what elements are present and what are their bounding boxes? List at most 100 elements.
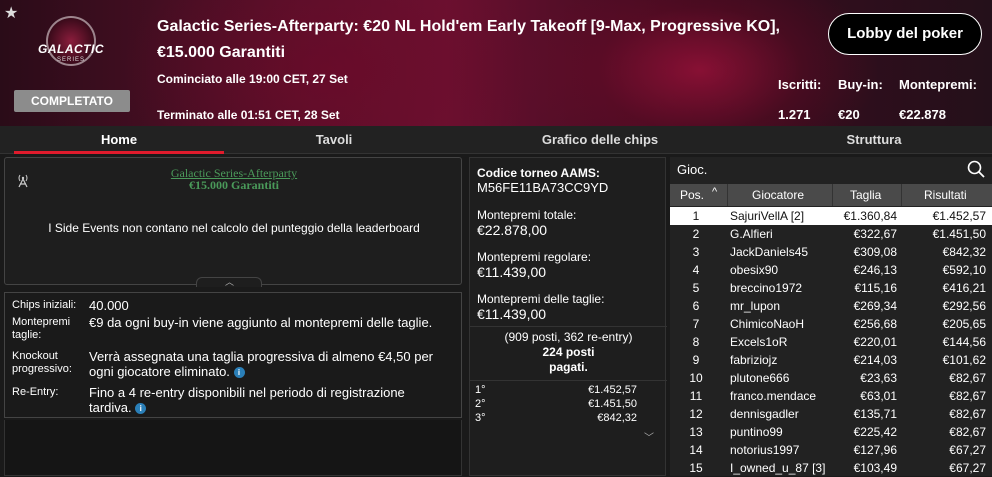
player-name: JackDaniels45	[730, 245, 809, 259]
tab-structure[interactable]: Struttura	[774, 126, 974, 154]
table-row[interactable]: 1 SajuriVellA [2] €1.360,84 €1.452,57	[670, 207, 992, 225]
player-bounty: €256,68	[853, 317, 897, 331]
aams-code-label: Codice torneo AAMS:	[477, 166, 600, 180]
table-row[interactable]: 3 JackDaniels45 €309,08 €842,32	[670, 243, 992, 261]
player-result: €82,67	[949, 371, 986, 385]
table-row[interactable]: 15 I_owned_u_87 [3] €103,49 €67,27	[670, 459, 992, 477]
aams-code-value: M56FE11BA73CC9YD	[477, 180, 609, 195]
table-row[interactable]: 13 puntino99 €225,42 €82,67	[670, 423, 992, 441]
player-name: franco.mendace	[730, 389, 817, 403]
favorite-star-icon[interactable]: ★	[4, 3, 18, 23]
player-result: €82,67	[949, 425, 986, 439]
column-header-pos[interactable]: Pos.	[680, 188, 704, 202]
total-prizepool-label: Montepremi totale:	[477, 208, 577, 222]
player-result: €1.451,50	[932, 227, 986, 241]
players-table-header: Pos. ^ Giocatore Taglia Risultati	[670, 184, 992, 206]
player-bounty: €322,67	[853, 227, 897, 241]
player-result: €144,56	[942, 335, 986, 349]
table-row[interactable]: 11 franco.mendace €63,01 €82,67	[670, 387, 992, 405]
player-position: 5	[692, 281, 700, 295]
table-row[interactable]: 2 G.Alfieri €322,67 €1.451,50	[670, 225, 992, 243]
table-row[interactable]: 14 notorius1997 €127,96 €67,27	[670, 441, 992, 459]
player-name: G.Alfieri	[730, 227, 773, 241]
player-bounty: €214,03	[853, 353, 897, 367]
player-bounty: €309,08	[853, 245, 897, 259]
info-icon[interactable]: i	[135, 403, 147, 415]
registered-value: 1.271	[778, 107, 811, 122]
player-bounty: €1.360,84	[843, 209, 897, 223]
table-row[interactable]: 10 plutone666 €23,63 €82,67	[670, 369, 992, 387]
player-position: 12	[689, 407, 703, 421]
players-header: Gioc.	[670, 157, 992, 182]
paid-places-text: (909 posti, 362 re-entry) 224 posti paga…	[504, 330, 633, 374]
player-bounty: €225,42	[853, 425, 897, 439]
player-result: €67,27	[949, 443, 986, 457]
column-header-player[interactable]: Giocatore	[752, 188, 804, 202]
buyin-value: €20	[838, 107, 860, 122]
player-bounty: €127,96	[853, 443, 897, 457]
player-result: €205,65	[942, 317, 986, 331]
end-time: Terminato alle 01:51 CET, 28 Set	[157, 108, 340, 122]
tab-home[interactable]: Home	[14, 126, 224, 154]
prize-summary-panel: Codice torneo AAMS: M56FE11BA73CC9YD Mon…	[469, 157, 667, 476]
player-name: fabriziojz	[730, 353, 778, 367]
player-position: 14	[689, 443, 703, 457]
player-result: €82,67	[949, 389, 986, 403]
player-bounty: €23,63	[860, 371, 897, 385]
empty-panel-area	[4, 420, 462, 476]
prizepool-label: Montepremi:	[899, 77, 977, 92]
column-header-bounty[interactable]: Taglia	[850, 188, 881, 202]
player-name: notorius1997	[730, 443, 800, 457]
table-row[interactable]: 6 mr_lupon €269,34 €292,56	[670, 297, 992, 315]
bounty-prizepool-label: Montepremi delle taglie:	[477, 292, 605, 306]
table-row[interactable]: 5 breccino1972 €115,16 €416,21	[670, 279, 992, 297]
table-row[interactable]: 4 obesix90 €246,13 €592,10	[670, 261, 992, 279]
sort-ascending-icon[interactable]: ^	[712, 186, 717, 198]
player-result: €292,56	[942, 299, 986, 313]
tab-bar: Home Tavoli Grafico delle chips Struttur…	[0, 126, 992, 154]
player-result: €82,67	[949, 407, 986, 421]
tab-chip-graph[interactable]: Grafico delle chips	[500, 126, 700, 154]
total-prizepool-value: €22.878,00	[477, 222, 548, 238]
search-icon[interactable]	[966, 159, 986, 179]
player-bounty: €220,01	[853, 335, 897, 349]
players-label: Gioc.	[677, 162, 708, 177]
player-position: 7	[692, 317, 700, 331]
player-result: €67,27	[949, 461, 986, 475]
players-panel: Gioc. Pos. ^ Giocatore Taglia Risultati …	[670, 157, 992, 476]
player-result: €842,32	[942, 245, 986, 259]
prize-row: 1° €1.452,57	[475, 384, 637, 396]
galactic-series-logo: GALACTIC SERIES	[30, 14, 112, 76]
player-position: 3	[692, 245, 700, 259]
player-position: 15	[689, 461, 703, 475]
table-row[interactable]: 12 dennisgadler €135,71 €82,67	[670, 405, 992, 423]
player-result: €416,21	[942, 281, 986, 295]
regular-prizepool-value: €11.439,00	[477, 264, 547, 280]
start-time: Cominciato alle 19:00 CET, 27 Set	[157, 72, 348, 86]
chevron-down-icon[interactable]: ﹀	[644, 429, 654, 444]
player-name: SajuriVellA [2]	[730, 209, 805, 223]
info-icon[interactable]: i	[233, 367, 245, 379]
player-bounty: €246,13	[853, 263, 897, 277]
event-description-panel: Galactic Series-Afterparty €15.000 Garan…	[4, 157, 462, 285]
player-bounty: €135,71	[853, 407, 897, 421]
regular-prizepool-label: Montepremi regolare:	[477, 250, 592, 264]
side-event-note: I Side Events non contano nel calcolo de…	[48, 221, 420, 235]
player-bounty: €63,01	[860, 389, 897, 403]
column-header-result[interactable]: Risultati	[924, 188, 967, 202]
table-row[interactable]: 8 Excels1oR €220,01 €144,56	[670, 333, 992, 351]
player-name: dennisgadler	[730, 407, 799, 421]
table-row[interactable]: 9 fabriziojz €214,03 €101,62	[670, 351, 992, 369]
player-bounty: €103,49	[853, 461, 897, 475]
player-position: 6	[692, 299, 700, 313]
bounty-prizepool-value: €11.439,00	[477, 306, 547, 322]
table-row[interactable]: 7 ChimicoNaoH €256,68 €205,65	[670, 315, 992, 333]
collapse-toggle[interactable]: ︿	[196, 277, 262, 287]
poker-lobby-button[interactable]: Lobby del poker	[828, 13, 982, 55]
chevron-up-icon: ︿	[225, 277, 235, 287]
active-tab-indicator	[14, 151, 224, 154]
player-position: 4	[692, 263, 700, 277]
event-guarantee: €15.000 Garantiti	[189, 178, 279, 192]
tab-tables[interactable]: Tavoli	[234, 126, 434, 154]
registered-label: Iscritti:	[778, 77, 822, 92]
